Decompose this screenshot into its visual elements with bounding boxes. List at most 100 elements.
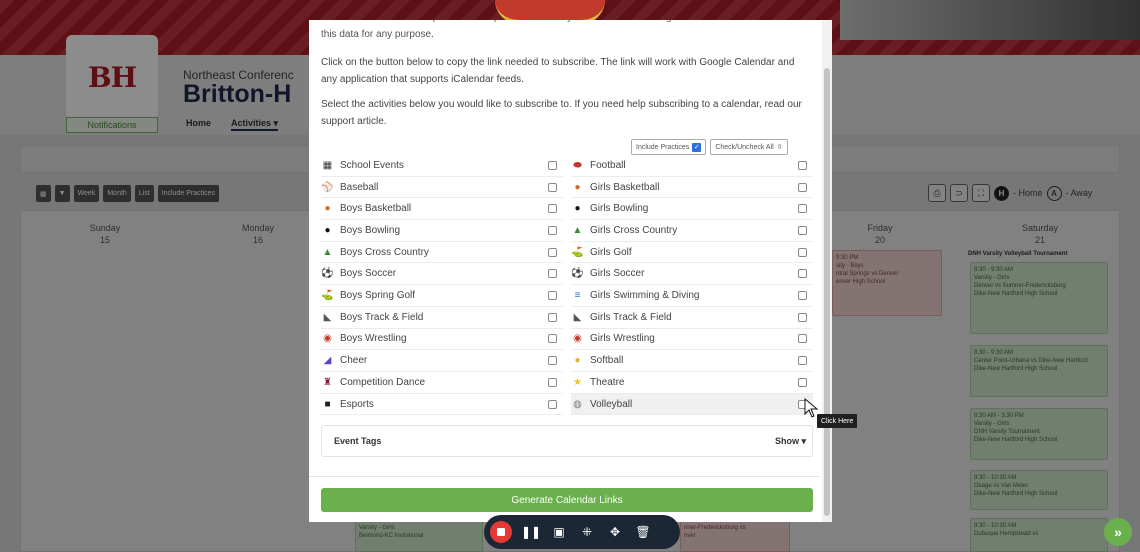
activity-checkbox[interactable] bbox=[548, 377, 557, 387]
activity-label: Girls Wrestling bbox=[590, 333, 655, 345]
activity-row[interactable]: ★ Theatre bbox=[571, 372, 813, 394]
activity-checkbox[interactable] bbox=[548, 182, 557, 192]
activity-label: Girls Swimming & Diving bbox=[590, 290, 700, 302]
activity-label: Football bbox=[590, 159, 626, 171]
grid-select-icon[interactable]: ⁜ bbox=[578, 523, 596, 541]
wrestling-icon: ◉ bbox=[323, 333, 332, 345]
wrestling-icon: ◉ bbox=[573, 333, 582, 345]
activity-checkbox[interactable] bbox=[798, 247, 807, 257]
activity-row[interactable]: ◣ Boys Track & Field bbox=[321, 307, 563, 329]
golf-icon: ⛳ bbox=[321, 290, 334, 302]
dance-icon: ♜ bbox=[323, 376, 332, 388]
activity-label: Theatre bbox=[590, 376, 625, 388]
usage-notice: The data in these subscriptions are for … bbox=[321, 20, 801, 40]
activity-checkbox[interactable] bbox=[548, 204, 557, 214]
activity-row[interactable]: ● Boys Basketball bbox=[321, 198, 563, 221]
activity-label: Girls Soccer bbox=[590, 268, 645, 280]
include-practices-label: Include Practices bbox=[636, 143, 690, 151]
activity-row[interactable]: ⬬ Football bbox=[571, 155, 813, 177]
activity-checkbox[interactable] bbox=[798, 377, 807, 387]
activity-row[interactable]: ⚽ Girls Soccer bbox=[571, 264, 813, 286]
activity-label: Girls Bowling bbox=[590, 203, 649, 215]
activity-checkbox[interactable] bbox=[548, 356, 557, 366]
modal-scrollbar[interactable] bbox=[822, 20, 832, 522]
activity-row[interactable]: ⛳ Girls Golf bbox=[571, 242, 813, 264]
activity-row[interactable]: ● Softball bbox=[571, 350, 813, 372]
check-uncheck-all-button[interactable]: Check/Uncheck All ⇳ bbox=[710, 139, 788, 155]
volleyball-icon: ◍ bbox=[573, 398, 582, 410]
show-tags-toggle[interactable]: Show ▾ bbox=[775, 436, 806, 447]
activity-row[interactable]: ◍ Volleyball bbox=[571, 393, 813, 416]
activity-row[interactable]: ● Girls Bowling bbox=[571, 198, 813, 221]
activity-checkbox[interactable] bbox=[798, 160, 807, 170]
activity-checkbox[interactable] bbox=[798, 269, 807, 279]
delete-icon[interactable]: 🗑 bbox=[634, 523, 652, 541]
generate-calendar-links-button[interactable]: Generate Calendar Links bbox=[321, 488, 813, 512]
activity-checkbox[interactable] bbox=[798, 225, 807, 235]
expand-fab-icon[interactable]: » bbox=[1104, 518, 1132, 546]
activity-checkbox[interactable] bbox=[548, 399, 557, 409]
divider bbox=[309, 476, 820, 477]
activity-label: Boys Cross Country bbox=[340, 246, 429, 258]
activity-row[interactable]: ● Boys Bowling bbox=[321, 220, 563, 242]
activity-checkbox[interactable] bbox=[548, 291, 557, 301]
sort-icon: ⇳ bbox=[776, 144, 783, 151]
activity-checkbox[interactable] bbox=[798, 334, 807, 344]
activity-label: Baseball bbox=[340, 181, 379, 193]
cheer-icon: ◢ bbox=[323, 355, 332, 367]
softball-icon: ● bbox=[574, 355, 581, 367]
activity-checkbox[interactable] bbox=[798, 312, 807, 322]
activity-checkbox[interactable] bbox=[548, 247, 557, 257]
activity-row[interactable]: ◣ Girls Track & Field bbox=[571, 307, 813, 329]
activity-label: Boys Wrestling bbox=[340, 333, 407, 345]
activity-label: Boys Soccer bbox=[340, 268, 397, 280]
activity-row[interactable]: ▲ Girls Cross Country bbox=[571, 220, 813, 242]
activity-label: Boys Bowling bbox=[340, 224, 401, 236]
star-icon: ★ bbox=[573, 376, 582, 388]
activity-checkbox[interactable] bbox=[548, 160, 557, 170]
activity-checkbox[interactable] bbox=[548, 334, 557, 344]
football-icon: ⬬ bbox=[573, 159, 582, 171]
activity-checkbox[interactable] bbox=[548, 312, 557, 322]
activity-row[interactable]: ⛳ Boys Spring Golf bbox=[321, 285, 563, 307]
activity-row[interactable]: ▲ Boys Cross Country bbox=[321, 242, 563, 264]
activity-checkbox[interactable] bbox=[548, 225, 557, 235]
activity-row[interactable]: ⚾ Baseball bbox=[321, 177, 563, 199]
activity-row[interactable]: ◢ Cheer bbox=[321, 350, 563, 372]
event-tags-panel[interactable]: Event Tags Show ▾ bbox=[321, 425, 813, 457]
move-icon[interactable]: ✥ bbox=[606, 523, 624, 541]
annotate-icon[interactable]: ▣ bbox=[550, 523, 568, 541]
bowling-icon: ● bbox=[324, 224, 331, 236]
activity-label: Boys Basketball bbox=[340, 203, 412, 215]
activity-label: Girls Cross Country bbox=[590, 224, 678, 236]
activity-label: Volleyball bbox=[590, 398, 633, 410]
activity-row[interactable]: ◉ Girls Wrestling bbox=[571, 329, 813, 351]
pause-icon[interactable]: ❚❚ bbox=[521, 523, 541, 541]
event-tags-label: Event Tags bbox=[334, 436, 382, 446]
track-icon: ◣ bbox=[323, 311, 332, 323]
activity-checkbox[interactable] bbox=[798, 356, 807, 366]
activity-row[interactable]: ◉ Boys Wrestling bbox=[321, 329, 563, 351]
select-instructions: Select the activities below you would li… bbox=[321, 99, 802, 127]
stop-recording-icon[interactable] bbox=[490, 521, 512, 543]
modal-options: Include Practices ✓ Check/Uncheck All ⇳ bbox=[631, 139, 788, 155]
activity-checkbox[interactable] bbox=[798, 291, 807, 301]
activity-label: Boys Spring Golf bbox=[340, 290, 416, 302]
bowling-icon: ● bbox=[574, 203, 581, 215]
activity-row[interactable]: ♜ Competition Dance bbox=[321, 372, 563, 394]
cursor-icon bbox=[804, 398, 819, 418]
include-practices-checkbox[interactable]: Include Practices ✓ bbox=[631, 139, 707, 155]
activity-label: Girls Basketball bbox=[590, 181, 660, 193]
activity-row[interactable]: ▦ School Events bbox=[321, 155, 563, 177]
activity-checkbox[interactable] bbox=[798, 182, 807, 192]
activity-checkbox[interactable] bbox=[798, 204, 807, 214]
soccer-icon: ⚽ bbox=[321, 268, 334, 280]
swimming-icon: ≡ bbox=[574, 290, 581, 302]
activity-row[interactable]: ⚽ Boys Soccer bbox=[321, 264, 563, 286]
activity-checkbox[interactable] bbox=[548, 269, 557, 279]
scrollbar-thumb[interactable] bbox=[824, 68, 830, 516]
activity-row[interactable]: ● Girls Basketball bbox=[571, 177, 813, 199]
activity-row[interactable]: ≡ Girls Swimming & Diving bbox=[571, 285, 813, 307]
activity-row[interactable]: ■ Esports bbox=[321, 394, 563, 416]
cross-country-icon: ▲ bbox=[572, 224, 583, 236]
